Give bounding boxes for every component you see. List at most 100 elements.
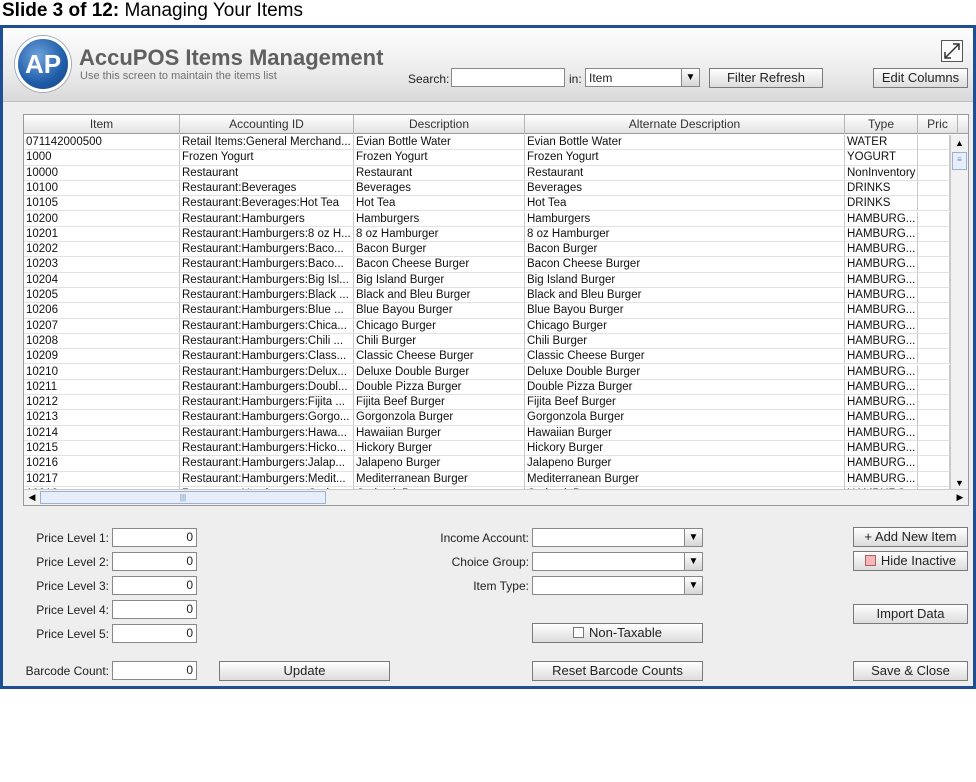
reset-barcode-counts-button[interactable]: Reset Barcode Counts xyxy=(532,661,703,681)
price-level-1-field[interactable]: 0 xyxy=(112,528,197,547)
table-row[interactable]: 10202 Restaurant:Hamburgers:Baco... Bacon … xyxy=(24,242,950,258)
search-input[interactable] xyxy=(451,68,565,87)
table-cell: Bacon Cheese Burger xyxy=(354,257,525,273)
table-row[interactable]: 071142000500 Retail Items:General Merchan… xyxy=(24,135,950,151)
scroll-left-arrow-icon[interactable]: ◀ xyxy=(24,490,40,505)
expand-window-icon[interactable] xyxy=(941,40,963,62)
price-level-4-field[interactable]: 0 xyxy=(112,600,197,619)
table-row[interactable]: 10210 Restaurant:Hamburgers:Delux... Delux… xyxy=(24,364,950,380)
table-cell xyxy=(918,211,950,227)
column-header[interactable]: Item xyxy=(24,115,180,134)
table-cell: HAMBURG... xyxy=(845,333,918,350)
table-row[interactable]: 10000 Restaurant Restaurant Restaurant NonIn… xyxy=(24,165,950,181)
table-row[interactable]: 10207 Restaurant:Hamburgers:Chica... Chica… xyxy=(24,318,950,334)
table-cell xyxy=(918,135,950,151)
table-row[interactable]: 10216 Restaurant:Hamburgers:Jalap... Jalap… xyxy=(24,456,950,472)
table-cell: Hamburgers xyxy=(525,211,845,227)
chevron-down-icon[interactable]: ▼ xyxy=(684,529,702,546)
table-row[interactable]: 10105 Restaurant:Beverages:Hot Tea Hot Tea… xyxy=(24,196,950,212)
column-header[interactable]: Pric xyxy=(918,115,958,134)
barcode-count-field[interactable]: 0 xyxy=(112,661,197,680)
table-cell: Restaurant:Hamburgers:Delux... xyxy=(180,364,354,380)
non-taxable-checkbox[interactable] xyxy=(573,627,584,638)
choice-group-select[interactable]: ▼ xyxy=(532,552,703,571)
table-row[interactable]: 10100 Restaurant:Beverages Beverages Bevera… xyxy=(24,180,950,197)
table-cell: 071142000500 xyxy=(24,135,180,151)
edit-columns-button[interactable]: Edit Columns xyxy=(873,68,968,88)
table-cell: Restaurant:Hamburgers:Baco... xyxy=(180,257,354,273)
table-cell: HAMBURG... xyxy=(845,441,918,457)
table-row[interactable]: 10214 Restaurant:Hamburgers:Hawa... Hawaii… xyxy=(24,425,950,441)
table-cell: 10000 xyxy=(24,165,180,181)
table-cell: HAMBURG... xyxy=(845,425,918,441)
table-row[interactable]: 10211 Restaurant:Hamburgers:Doubl... Doubl… xyxy=(24,379,950,396)
scroll-up-arrow-icon[interactable]: ▲ xyxy=(951,135,968,151)
chevron-down-icon[interactable]: ▼ xyxy=(684,553,702,570)
update-button[interactable]: Update xyxy=(219,661,390,681)
table-cell: 1000 xyxy=(24,150,180,166)
table-row[interactable]: 10201 Restaurant:Hamburgers:8 oz H... 8 oz… xyxy=(24,226,950,243)
chevron-down-icon[interactable]: ▼ xyxy=(684,577,702,594)
hide-inactive-checkbox[interactable] xyxy=(864,555,876,566)
table-row[interactable]: 10208 Restaurant:Hamburgers:Chili ... Chil… xyxy=(24,333,950,350)
vertical-scroll-thumb[interactable]: ≡ xyxy=(952,152,967,170)
column-header[interactable]: Accounting ID xyxy=(180,115,354,134)
table-cell: Black and Bleu Burger xyxy=(354,288,525,304)
table-row[interactable]: 10205 Restaurant:Hamburgers:Black ... Blac… xyxy=(24,288,950,304)
non-taxable-toggle[interactable]: Non-Taxable xyxy=(532,623,703,643)
table-row[interactable]: 10213 Restaurant:Hamburgers:Gorgo... Gorgo… xyxy=(24,410,950,426)
table-cell: Chili Burger xyxy=(525,333,845,350)
table-cell xyxy=(918,456,950,472)
table-cell: HAMBURG... xyxy=(845,272,918,288)
chevron-down-icon[interactable]: ▼ xyxy=(681,69,699,86)
income-account-label: Income Account: xyxy=(440,531,529,545)
grid-body[interactable]: 071142000500 Retail Items:General Merchan… xyxy=(24,135,950,489)
save-close-button[interactable]: Save & Close xyxy=(853,661,968,681)
column-header[interactable]: Alternate Description xyxy=(525,115,845,134)
income-account-select[interactable]: ▼ xyxy=(532,528,703,547)
add-new-item-button[interactable]: + Add New Item xyxy=(853,527,968,547)
table-row[interactable]: 10209 Restaurant:Hamburgers:Class... Class… xyxy=(24,349,950,365)
horizontal-scrollbar[interactable]: ◀ ||| ▶ xyxy=(24,489,968,505)
table-cell: 10206 xyxy=(24,303,180,319)
price-level-3-field[interactable]: 0 xyxy=(112,576,197,595)
table-cell: Double Pizza Burger xyxy=(354,379,525,396)
hide-inactive-toggle[interactable]: Hide Inactive xyxy=(853,551,968,571)
table-cell: Hamburgers xyxy=(354,211,525,227)
table-row[interactable]: 10206 Restaurant:Hamburgers:Blue ... Blue … xyxy=(24,303,950,319)
table-cell: Blue Bayou Burger xyxy=(525,303,845,319)
price-level-2-field[interactable]: 0 xyxy=(112,552,197,571)
item-type-select[interactable]: ▼ xyxy=(532,576,703,595)
table-cell: Frozen Yogurt xyxy=(354,150,525,166)
table-row[interactable]: 10217 Restaurant:Hamburgers:Medit... Medit… xyxy=(24,471,950,487)
price-level-5-field[interactable]: 0 xyxy=(112,624,197,643)
search-field-value: Item xyxy=(589,71,613,85)
vertical-scrollbar[interactable]: ▲ ≡ ▼ xyxy=(950,135,968,491)
table-row[interactable]: 10212 Restaurant:Hamburgers:Fijita ... Fij… xyxy=(24,395,950,411)
table-cell: Chicago Burger xyxy=(525,318,845,334)
table-cell: Big Island Burger xyxy=(354,272,525,288)
table-row[interactable]: 10204 Restaurant:Hamburgers:Big Isl... Big… xyxy=(24,272,950,288)
barcode-count-label: Barcode Count: xyxy=(25,664,109,678)
table-cell xyxy=(918,318,950,334)
table-cell: Jalapeno Burger xyxy=(525,456,845,472)
table-cell: 10205 xyxy=(24,288,180,304)
table-row[interactable]: 10200 Restaurant:Hamburgers Hamburgers Hamb… xyxy=(24,211,950,227)
horizontal-scroll-thumb[interactable]: ||| xyxy=(40,491,326,504)
app-header: AP AccuPOS Items Management Use this scr… xyxy=(3,28,973,102)
scroll-right-arrow-icon[interactable]: ▶ xyxy=(952,490,968,505)
table-row[interactable]: 10203 Restaurant:Hamburgers:Baco... Bacon … xyxy=(24,257,950,273)
column-header[interactable]: Description xyxy=(354,115,525,134)
table-row[interactable]: 1000 Frozen Yogurt Frozen Yogurt Frozen Yog… xyxy=(24,150,950,166)
table-cell: HAMBURG... xyxy=(845,257,918,273)
table-cell: HAMBURG... xyxy=(845,456,918,472)
table-cell: 10215 xyxy=(24,441,180,457)
search-field-select[interactable]: Item ▼ xyxy=(585,68,700,87)
table-cell xyxy=(918,395,950,411)
items-grid[interactable]: Item Accounting ID Description Alternate De… xyxy=(23,114,969,506)
import-data-button[interactable]: Import Data xyxy=(853,604,968,624)
column-header[interactable]: Type xyxy=(845,115,918,134)
table-row[interactable]: 10215 Restaurant:Hamburgers:Hicko... Hicko… xyxy=(24,441,950,457)
filter-refresh-button[interactable]: Filter Refresh xyxy=(709,68,823,88)
table-cell: Hickory Burger xyxy=(354,441,525,457)
